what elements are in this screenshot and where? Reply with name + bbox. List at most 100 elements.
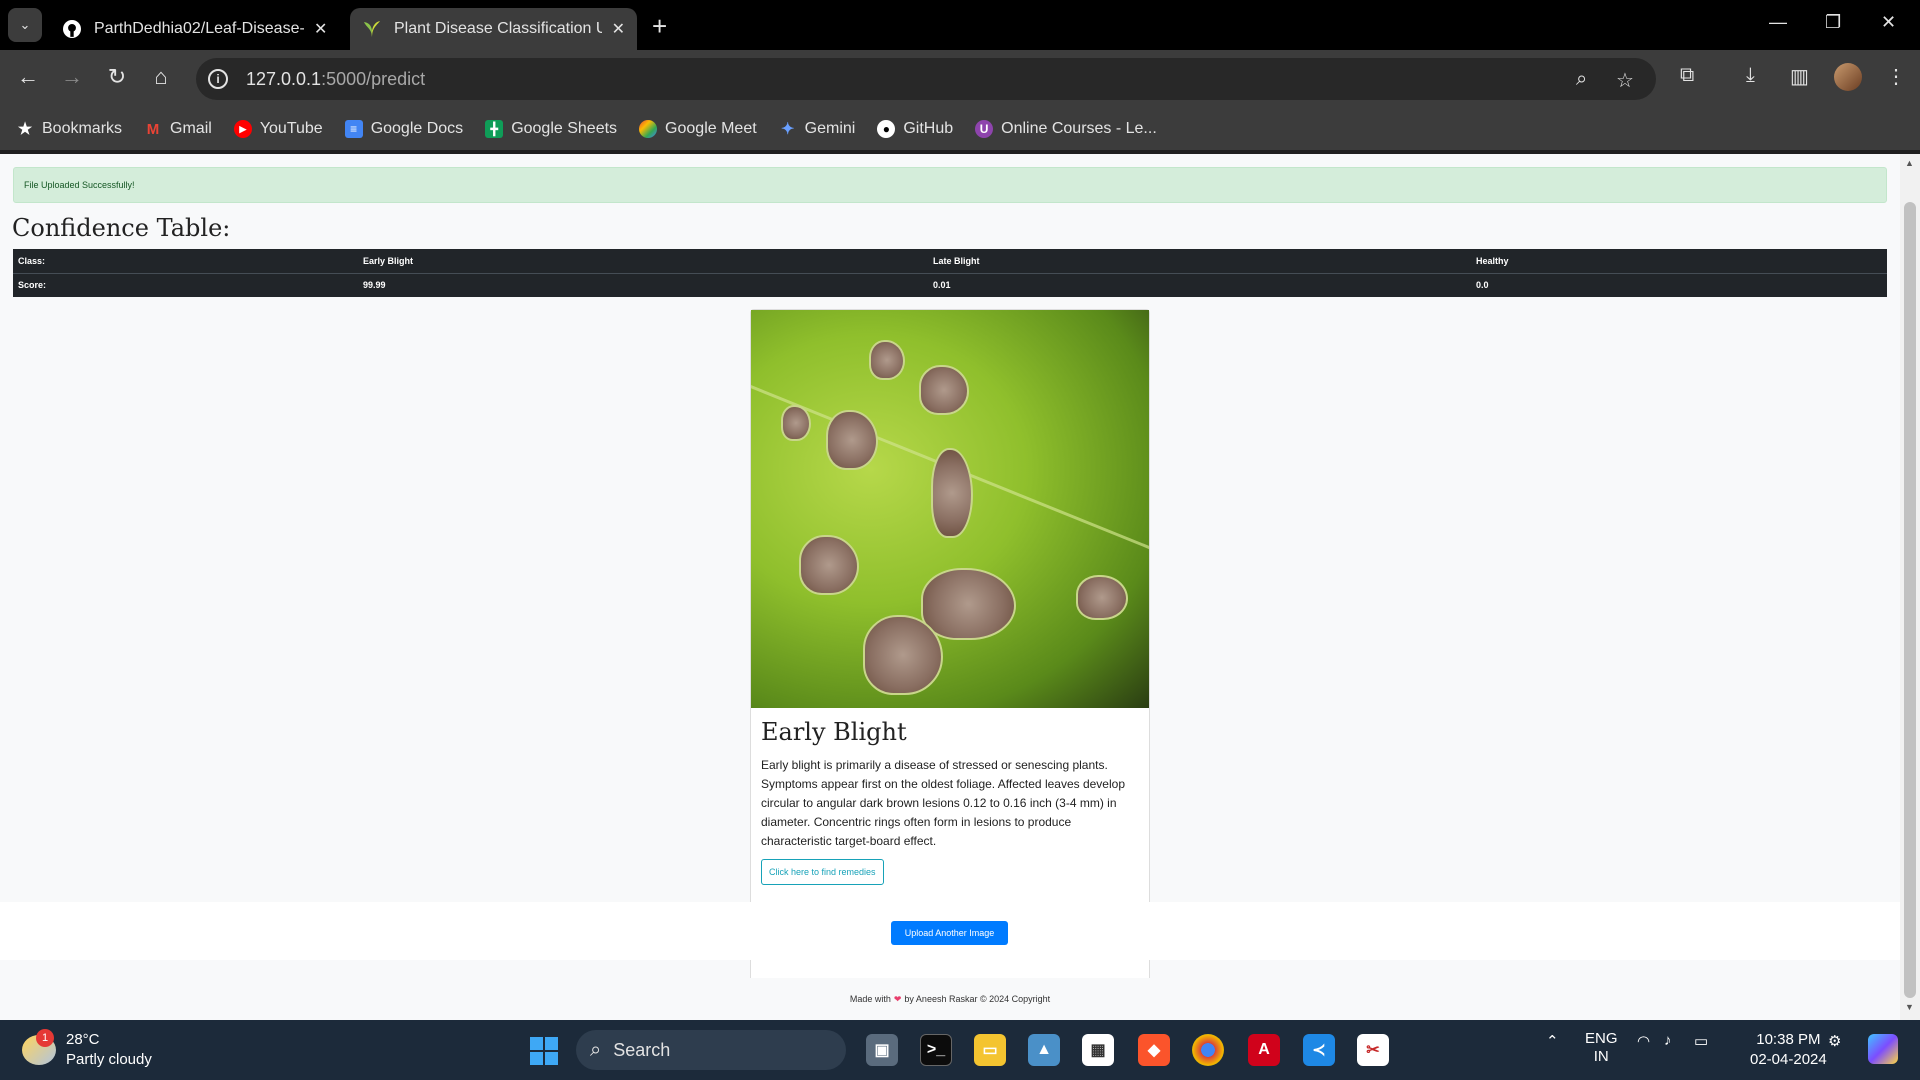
weather-text: 28°C Partly cloudy: [66, 1030, 152, 1070]
task-view-icon[interactable]: ▣: [866, 1034, 898, 1066]
language-indicator[interactable]: ENG IN: [1585, 1030, 1618, 1066]
search-icon: ⌕: [590, 1038, 602, 1061]
copilot-icon[interactable]: [1868, 1034, 1898, 1064]
browser-toolbar: ← → ↻ ⌂ i 127.0.0.1:5000/predict ⌕ ☆ ⧉ ⤓…: [0, 50, 1920, 108]
bookmark-item[interactable]: Google Meet: [639, 120, 757, 138]
youtube-icon: ▶: [233, 120, 252, 138]
acrobat-icon[interactable]: A: [1248, 1034, 1280, 1066]
tray-overflow-icon[interactable]: ⌃: [1546, 1032, 1559, 1050]
confidence-table: Class: Early Blight Late Blight Healthy …: [13, 249, 1887, 297]
github-icon: [62, 19, 82, 39]
reload-icon[interactable]: ↻: [102, 64, 132, 90]
bookmark-item[interactable]: ╋ Google Sheets: [485, 120, 617, 138]
search-label: Search: [613, 1039, 671, 1060]
snipping-tool-icon[interactable]: ✂: [1357, 1034, 1389, 1066]
brave-icon[interactable]: ◆: [1138, 1034, 1170, 1066]
tab-title: Plant Disease Classification Usin: [394, 20, 602, 37]
system-clock[interactable]: 10:38 PM 02-04-2024: [1750, 1030, 1827, 1070]
bookmark-item[interactable]: ✦ Gemini: [779, 120, 855, 138]
bookmark-label: YouTube: [259, 120, 323, 137]
photos-icon[interactable]: ▲: [1028, 1034, 1060, 1066]
terminal-icon[interactable]: >_: [920, 1034, 952, 1066]
heart-icon: ❤: [893, 993, 902, 1004]
back-icon[interactable]: ←: [13, 64, 43, 90]
tab-search-button[interactable]: ⌄: [8, 8, 42, 42]
footer-prefix: Made with: [849, 994, 891, 1004]
bookmark-item[interactable]: ▶ YouTube: [233, 120, 323, 138]
scroll-up-icon[interactable]: ▲: [1905, 158, 1914, 168]
menu-icon[interactable]: ⋮: [1886, 64, 1906, 89]
chevron-down-icon: ⌄: [19, 17, 31, 32]
disease-description: Early blight is primarily a disease of s…: [761, 758, 1125, 848]
table-cell: Late Blight: [933, 255, 980, 266]
google-docs-icon: ≡: [344, 120, 363, 138]
taskbar-search[interactable]: ⌕ Search: [576, 1030, 846, 1070]
chrome-icon[interactable]: [1192, 1034, 1224, 1066]
bookmark-label: Online Courses - Le...: [1001, 120, 1157, 137]
lesion-spot: [921, 568, 1016, 640]
page-content: File Uploaded Successfully! Confidence T…: [0, 154, 1900, 1043]
success-alert: File Uploaded Successfully!: [13, 167, 1887, 203]
bookmark-item[interactable]: ● GitHub: [877, 120, 953, 138]
minimize-icon[interactable]: —: [1769, 12, 1787, 33]
clock-time: 10:38 PM: [1756, 1031, 1821, 1048]
address-bar[interactable]: i 127.0.0.1:5000/predict ⌕ ☆: [196, 58, 1656, 100]
lesion-spot: [1076, 575, 1128, 620]
weather-icon: 1: [22, 1029, 56, 1065]
bookmark-item[interactable]: U Online Courses - Le...: [975, 120, 1157, 138]
store-icon[interactable]: ▦: [1082, 1034, 1114, 1066]
url-path: :5000/predict: [321, 68, 426, 89]
close-window-icon[interactable]: ✕: [1881, 12, 1896, 33]
zoom-icon[interactable]: ⌕: [1576, 68, 1587, 91]
lesion-spot: [781, 405, 811, 441]
bookmark-label: Google Docs: [370, 120, 464, 137]
site-info-icon[interactable]: i: [208, 69, 228, 89]
wifi-icon[interactable]: ◠: [1637, 1032, 1650, 1050]
tab-plant-disease[interactable]: Plant Disease Classification Usin ✕: [350, 8, 637, 50]
scroll-down-icon[interactable]: ▼: [1905, 1002, 1914, 1012]
new-tab-button[interactable]: +: [652, 11, 667, 42]
table-row: Score: 99.99 0.01 0.0: [13, 272, 1887, 297]
battery-icon[interactable]: ▭: [1694, 1032, 1708, 1050]
card-body: Early Blight Early blight is primarily a…: [751, 708, 1149, 895]
table-cell: Healthy: [1476, 255, 1509, 266]
volume-icon[interactable]: ♪: [1664, 1032, 1672, 1049]
forward-icon[interactable]: →: [57, 64, 87, 90]
lang-top: ENG: [1585, 1030, 1618, 1047]
bookmark-label: GitHub: [903, 120, 954, 137]
side-panel-icon[interactable]: ▥: [1790, 64, 1809, 89]
url-text: 127.0.0.1:5000/predict: [246, 69, 425, 90]
bookmark-item[interactable]: ≡ Google Docs: [344, 120, 464, 138]
home-icon[interactable]: ⌂: [146, 64, 176, 90]
leaf-image: [751, 310, 1149, 708]
upload-another-image-button[interactable]: Upload Another Image: [891, 921, 1008, 945]
tab-github[interactable]: ParthDedhia02/Leaf-Disease-De ✕: [50, 8, 345, 50]
page-scrollbar[interactable]: ▲ ▼: [1900, 154, 1920, 1020]
table-cell: Class:: [18, 255, 46, 266]
tab-title: ParthDedhia02/Leaf-Disease-De: [94, 20, 304, 37]
page-footer: Made with ❤ by Aneesh Raskar © 2024 Copy…: [0, 978, 1900, 1020]
weather-desc: Partly cloudy: [66, 1051, 152, 1068]
close-icon[interactable]: ✕: [612, 19, 625, 39]
bookmark-item[interactable]: M Gmail: [144, 120, 212, 138]
confidence-table-title: Confidence Table:: [12, 214, 231, 242]
close-icon[interactable]: ✕: [314, 19, 327, 39]
file-explorer-icon[interactable]: ▭: [974, 1034, 1006, 1066]
disease-title: Early Blight: [761, 718, 907, 746]
find-remedies-button[interactable]: Click here to find remedies: [761, 859, 884, 885]
table-cell: 0.0: [1471, 272, 1887, 297]
download-icon[interactable]: ⤓: [1746, 64, 1755, 87]
bookmark-label: Google Meet: [665, 120, 757, 137]
weather-widget[interactable]: 1 28°C Partly cloudy: [22, 1029, 152, 1070]
bookmark-item[interactable]: ★ Bookmarks: [16, 120, 122, 138]
bookmark-star-icon[interactable]: ☆: [1616, 68, 1634, 93]
profile-avatar[interactable]: [1834, 63, 1862, 91]
settings-gear-icon[interactable]: ⚙: [1828, 1032, 1841, 1050]
extensions-icon[interactable]: ⧉: [1680, 64, 1694, 87]
scrollbar-thumb[interactable]: [1904, 202, 1916, 998]
windows-start-icon[interactable]: [530, 1037, 558, 1065]
upload-section: Upload Another Image: [0, 902, 1900, 960]
restore-icon[interactable]: ❐: [1825, 12, 1841, 33]
google-sheets-icon: ╋: [485, 120, 504, 138]
vscode-icon[interactable]: ≺: [1303, 1034, 1335, 1066]
